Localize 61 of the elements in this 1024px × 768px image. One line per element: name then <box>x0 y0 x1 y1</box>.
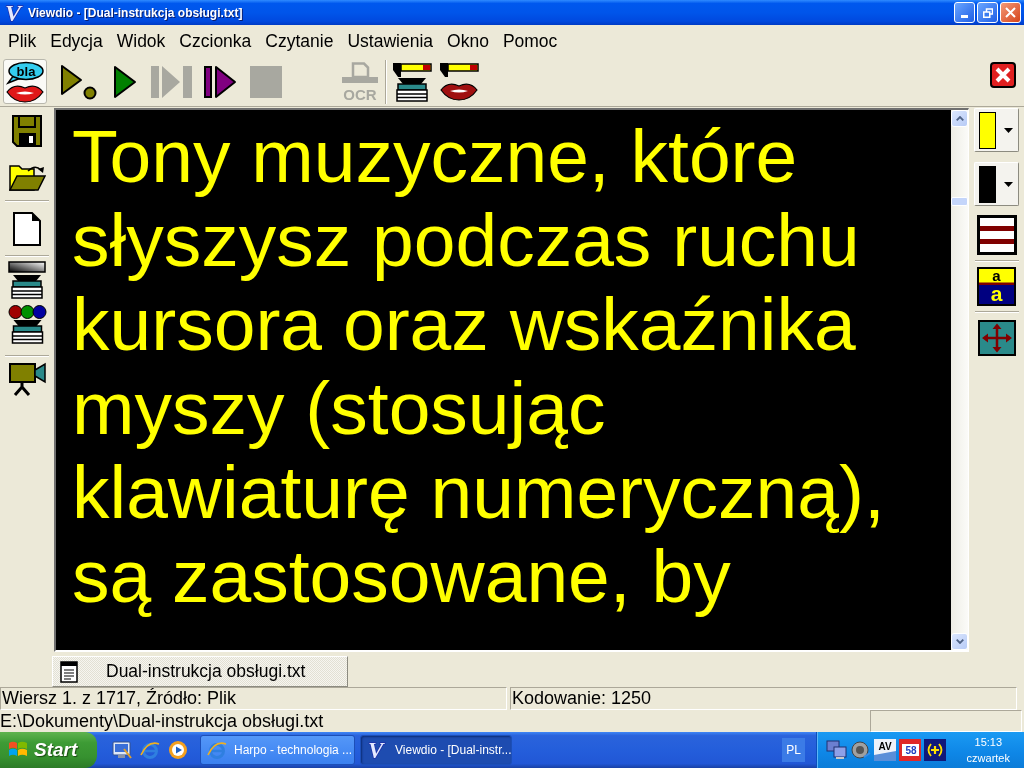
menu-item[interactable]: Okno <box>440 29 496 53</box>
menu-item[interactable]: Pomoc <box>495 29 565 53</box>
scroll-down-button[interactable] <box>951 633 968 650</box>
scrollbar-thumb[interactable] <box>951 197 968 206</box>
play-dot-icon[interactable] <box>60 63 98 100</box>
status-text: Kodowanie: 1250 <box>510 687 1017 710</box>
notepad-icon <box>60 660 78 683</box>
chevron-down-icon <box>955 639 964 644</box>
restore-icon <box>982 7 993 18</box>
browser-icon <box>207 740 227 760</box>
color-dropdown[interactable] <box>974 108 1019 152</box>
document-tab[interactable]: Dual-instrukcja obsługi.txt <box>52 656 348 687</box>
menu-item[interactable]: Ustawienia <box>340 29 441 53</box>
color-dropdown[interactable] <box>974 162 1019 206</box>
close-icon <box>1005 7 1016 18</box>
letters-icon[interactable]: a a <box>977 267 1016 306</box>
minimize-icon <box>961 15 968 18</box>
status-text: Wiersz 1. z 1717, Źródło: Plik <box>0 687 507 710</box>
desktop-icon[interactable] <box>112 740 132 760</box>
counter-icon[interactable]: 58 <box>899 739 921 761</box>
window-title: Viewdio - [Dual-instrukcja obsługi.txt] <box>28 5 243 20</box>
document-text: Tony muzyczne, które słyszysz podczas ruchu kursora oraz wskaźnika myszy (stosując klawiaturę numeryczną), są zastosowane, by <box>56 110 951 650</box>
gradient-scanner-icon[interactable] <box>8 261 46 301</box>
caret-icon <box>1004 181 1013 187</box>
video-camera-icon[interactable] <box>8 362 46 396</box>
broadcast-icon[interactable] <box>924 739 946 761</box>
close-button[interactable] <box>1000 2 1021 23</box>
step-forward-icon[interactable] <box>203 64 237 99</box>
restore-button[interactable] <box>977 2 998 23</box>
save-icon[interactable] <box>12 115 42 147</box>
network-icon[interactable] <box>826 740 847 760</box>
move-arrows-icon[interactable] <box>977 320 1016 356</box>
folder-icon[interactable] <box>8 163 46 191</box>
scanner-icon[interactable] <box>392 61 432 102</box>
speaker-icon[interactable] <box>850 740 871 760</box>
lips-icon[interactable] <box>439 61 479 102</box>
taskbar-button[interactable]: V Viewdio - [Dual-instr... <box>360 735 512 765</box>
app-logo: V <box>367 739 388 761</box>
speak-button[interactable]: bla <box>3 59 47 104</box>
language-indicator[interactable]: PL <box>782 738 805 762</box>
menu-item[interactable]: Edycja <box>43 29 110 53</box>
stripes-icon[interactable] <box>976 215 1017 255</box>
caret-icon <box>1004 127 1013 133</box>
chevron-up-icon <box>955 116 964 121</box>
minimize-button[interactable] <box>954 2 975 23</box>
clock-day[interactable]: czwartek <box>966 750 1010 766</box>
page-icon[interactable] <box>13 212 41 246</box>
file-path-text: E:\Dokumenty\Dual-instrukcja obsługi.txt <box>0 710 324 732</box>
menu-item[interactable]: Plik <box>1 29 44 53</box>
antivirus-icon[interactable]: AV <box>874 739 896 761</box>
menu-item[interactable]: Czytanie <box>258 29 341 53</box>
media-player-icon[interactable] <box>168 740 188 760</box>
play-icon[interactable] <box>113 64 137 99</box>
close-icon[interactable] <box>990 62 1016 88</box>
dots-scanner-icon[interactable] <box>7 304 47 346</box>
app-logo: V <box>4 1 24 24</box>
scroll-up-button[interactable] <box>951 110 968 127</box>
menu-item[interactable]: Czcionka <box>172 29 259 53</box>
browser-icon[interactable] <box>140 740 160 760</box>
menu-item[interactable]: Widok <box>109 29 173 53</box>
start-button[interactable]: Start <box>0 732 97 768</box>
